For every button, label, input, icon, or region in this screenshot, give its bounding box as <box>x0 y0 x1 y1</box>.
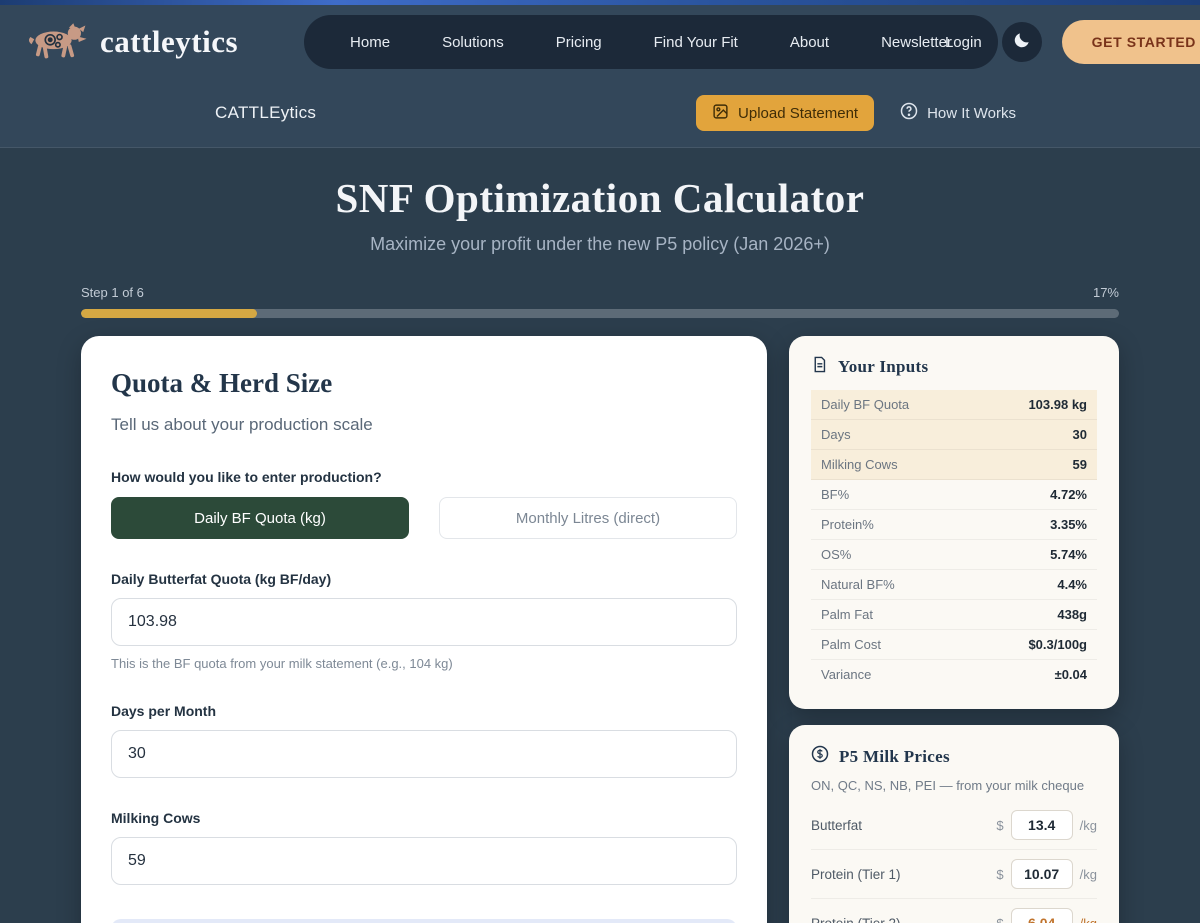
protein-tier1-price-input[interactable] <box>1011 859 1073 889</box>
protein-tier2-price-input[interactable] <box>1011 908 1073 923</box>
card-subheading: Tell us about your production scale <box>111 415 737 435</box>
p5-provinces-note: ON, QC, NS, NB, PEI — from your milk che… <box>811 778 1097 793</box>
progress-bar-track <box>81 309 1119 318</box>
moon-icon <box>1012 30 1032 55</box>
brand-logo[interactable]: cattleytics <box>26 21 238 63</box>
hero-section: SNF Optimization Calculator Maximize you… <box>0 148 1200 255</box>
upload-statement-button[interactable]: Upload Statement <box>696 95 874 131</box>
cow-logo-icon <box>26 21 92 63</box>
inputs-row-daily-bf-quota: Daily BF Quota 103.98 kg <box>811 390 1097 420</box>
site-header: cattleytics Home Solutions Pricing Find … <box>0 5 1200 148</box>
inputs-row-bf-pct: BF% 4.72% <box>811 480 1097 510</box>
butterfat-price-input[interactable] <box>1011 810 1073 840</box>
days-per-month-label: Days per Month <box>111 703 737 719</box>
inputs-row-milking-cows: Milking Cows 59 <box>811 450 1097 480</box>
content-area: Quota & Herd Size Tell us about your pro… <box>81 336 1119 923</box>
get-started-button[interactable]: GET STARTED <box>1062 20 1200 64</box>
document-icon <box>811 356 828 378</box>
page-title: SNF Optimization Calculator <box>0 174 1200 222</box>
wizard-progress: Step 1 of 6 17% <box>81 285 1119 318</box>
currency-symbol: $ <box>996 916 1003 923</box>
nav-link-solutions[interactable]: Solutions <box>442 34 504 51</box>
inputs-row-variance: Variance ±0.04 <box>811 660 1097 689</box>
nav-link-find-your-fit[interactable]: Find Your Fit <box>654 34 738 51</box>
price-row-protein-tier2: Protein (Tier 2) $ /kg <box>811 899 1097 923</box>
app-title: CATTLEytics <box>215 103 316 123</box>
navbar: cattleytics Home Solutions Pricing Find … <box>0 5 1200 79</box>
daily-bf-quota-input[interactable] <box>111 598 737 646</box>
nav-link-home[interactable]: Home <box>350 34 390 51</box>
inputs-row-os-pct: OS% 5.74% <box>811 540 1097 570</box>
inputs-row-palm-fat: Palm Fat 438g <box>811 600 1097 630</box>
daily-bf-quota-field-group: Daily Butterfat Quota (kg BF/day) This i… <box>111 571 737 671</box>
mode-monthly-litres-button[interactable]: Monthly Litres (direct) <box>439 497 737 539</box>
milking-cows-input[interactable] <box>111 837 737 885</box>
currency-symbol: $ <box>996 867 1003 882</box>
inputs-row-days: Days 30 <box>811 420 1097 450</box>
p5-milk-prices-title: P5 Milk Prices <box>839 747 950 767</box>
progress-bar-fill <box>81 309 257 318</box>
sidebar: Your Inputs Daily BF Quota 103.98 kg Day… <box>789 336 1119 923</box>
inputs-row-protein-pct: Protein% 3.35% <box>811 510 1097 540</box>
inputs-row-palm-cost: Palm Cost $0.3/100g <box>811 630 1097 660</box>
your-inputs-card: Your Inputs Daily BF Quota 103.98 kg Day… <box>789 336 1119 709</box>
inputs-row-natural-bf: Natural BF% 4.4% <box>811 570 1097 600</box>
quota-herd-card: Quota & Herd Size Tell us about your pro… <box>81 336 767 923</box>
currency-symbol: $ <box>996 818 1003 833</box>
page-subtitle: Maximize your profit under the new P5 po… <box>0 234 1200 255</box>
step-indicator: Step 1 of 6 <box>81 285 144 300</box>
milking-cows-label: Milking Cows <box>111 810 737 826</box>
price-row-protein-tier1: Protein (Tier 1) $ /kg <box>811 850 1097 899</box>
mode-daily-bf-quota-button[interactable]: Daily BF Quota (kg) <box>111 497 409 539</box>
progress-percent: 17% <box>1093 285 1119 300</box>
subheader-actions: Upload Statement How It Works <box>696 95 1016 131</box>
p5-milk-prices-card: P5 Milk Prices ON, QC, NS, NB, PEI — fro… <box>789 725 1119 923</box>
how-it-works-link[interactable]: How It Works <box>900 102 1016 124</box>
production-mode-toggle: Daily BF Quota (kg) Monthly Litres (dire… <box>111 497 737 539</box>
upload-statement-label: Upload Statement <box>738 105 858 122</box>
image-icon <box>712 103 729 124</box>
days-per-month-input[interactable] <box>111 730 737 778</box>
daily-bf-quota-helper: This is the BF quota from your milk stat… <box>111 656 737 671</box>
card-heading: Quota & Herd Size <box>111 368 737 399</box>
production-mode-label: How would you like to enter production? <box>111 469 737 485</box>
brand-name: cattleytics <box>100 24 238 60</box>
nav-link-newsletter[interactable]: Newsletter <box>881 34 952 51</box>
your-inputs-title: Your Inputs <box>838 357 928 377</box>
nav-link-pricing[interactable]: Pricing <box>556 34 602 51</box>
dollar-circle-icon <box>811 745 829 768</box>
nav-right-group: Login GET STARTED <box>945 20 1200 64</box>
monthly-production-result: Monthly Production: 66,088.983 litres Ca… <box>111 919 737 923</box>
question-circle-icon <box>900 102 918 124</box>
main-nav: Home Solutions Pricing Find Your Fit Abo… <box>304 15 998 69</box>
how-it-works-label: How It Works <box>927 105 1016 122</box>
days-per-month-field-group: Days per Month <box>111 703 737 778</box>
login-link[interactable]: Login <box>945 34 982 51</box>
milking-cows-field-group: Milking Cows <box>111 810 737 885</box>
nav-link-about[interactable]: About <box>790 34 829 51</box>
daily-bf-quota-label: Daily Butterfat Quota (kg BF/day) <box>111 571 737 587</box>
dark-mode-toggle[interactable] <box>1002 22 1042 62</box>
price-row-butterfat: Butterfat $ /kg <box>811 801 1097 850</box>
tool-subheader: CATTLEytics Upload Statement <box>0 79 1200 147</box>
